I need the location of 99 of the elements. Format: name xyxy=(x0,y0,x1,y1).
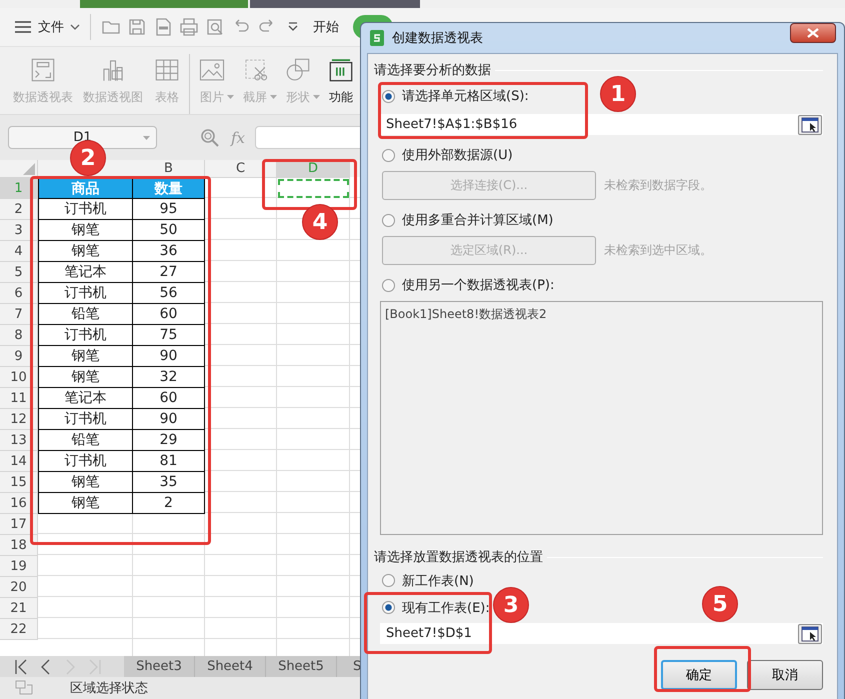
table-cell: 36 xyxy=(133,241,205,262)
option-label[interactable]: 新工作表(N) xyxy=(402,572,474,590)
radio-button[interactable] xyxy=(382,90,395,102)
option-label[interactable]: 请选择单元格区域(S): xyxy=(402,87,529,105)
hint-text: 未检索到数据字段。 xyxy=(604,177,712,194)
row-number[interactable]: 2 xyxy=(0,199,38,220)
option-label[interactable]: 使用多重合并计算区域(M) xyxy=(402,211,554,229)
table-cell: 95 xyxy=(133,199,205,220)
sheet-tab[interactable]: S xyxy=(337,656,362,677)
row-number[interactable]: 17 xyxy=(0,514,38,535)
row-number[interactable]: 4 xyxy=(0,241,38,262)
menu-icon[interactable] xyxy=(14,20,32,34)
table-cell: 50 xyxy=(133,220,205,241)
option-label[interactable]: 现有工作表(E): xyxy=(402,598,490,616)
status-text: 区域选择状态 xyxy=(70,680,148,697)
chevron-down-icon[interactable] xyxy=(70,23,80,31)
row-number[interactable]: 16 xyxy=(0,493,38,514)
table-cell: 钢笔 xyxy=(38,220,133,241)
row-number[interactable]: 12 xyxy=(0,409,38,430)
row-number[interactable]: 5 xyxy=(0,262,38,283)
range-picker-button[interactable] xyxy=(798,624,822,644)
row-number[interactable]: 15 xyxy=(0,472,38,493)
caret-icon xyxy=(143,136,150,141)
zoom-icon[interactable] xyxy=(199,126,221,148)
table-cell: 29 xyxy=(133,430,205,451)
row-number[interactable]: 19 xyxy=(0,556,38,577)
table-cell: 32 xyxy=(133,367,205,388)
table-cell: 钢笔 xyxy=(38,493,133,514)
cancel-button[interactable]: 取消 xyxy=(747,660,823,690)
table-cell: 27 xyxy=(133,262,205,283)
hint-text: 未检索到选中区域。 xyxy=(604,242,712,259)
table-cell: 56 xyxy=(133,283,205,304)
header-cell: 商品 xyxy=(38,178,133,199)
table-cell: 铅笔 xyxy=(38,304,133,325)
table-cell: 订书机 xyxy=(38,283,133,304)
save-icon[interactable] xyxy=(127,17,147,37)
printer-icon[interactable] xyxy=(179,17,199,37)
selected-cell[interactable] xyxy=(278,179,349,198)
table-cell: 75 xyxy=(133,325,205,346)
row-number[interactable]: 22 xyxy=(0,619,38,640)
radio-button[interactable] xyxy=(382,601,395,614)
preview-icon[interactable] xyxy=(205,17,225,37)
row-number[interactable]: 21 xyxy=(0,598,38,619)
table-cell: 笔记本 xyxy=(38,388,133,409)
row-number[interactable]: 9 xyxy=(0,346,38,367)
table-cell: 35 xyxy=(133,472,205,493)
row-number[interactable]: 8 xyxy=(0,325,38,346)
table-cell: 铅笔 xyxy=(38,430,133,451)
triangle-icon xyxy=(23,163,35,175)
sheet-tab[interactable]: Sheet4 xyxy=(195,656,266,677)
row-number[interactable]: 11 xyxy=(0,388,38,409)
ribbon-button[interactable]: 功能 xyxy=(324,53,358,106)
sheet-tab[interactable]: Sheet3 xyxy=(124,656,195,677)
close-button[interactable] xyxy=(790,23,836,43)
table-cell: 钢笔 xyxy=(38,346,133,367)
row-number[interactable]: 13 xyxy=(0,430,38,451)
row-number[interactable]: 6 xyxy=(0,283,38,304)
menu-tab[interactable]: 开始 xyxy=(313,18,339,36)
list-item[interactable]: [Book1]Sheet8!数据透视表2 xyxy=(385,306,818,323)
table-cell: 订书机 xyxy=(38,325,133,346)
table-cell: 81 xyxy=(133,451,205,472)
select-all-button[interactable] xyxy=(0,160,38,178)
row-number[interactable]: 18 xyxy=(0,535,38,556)
table-cell: 订书机 xyxy=(38,199,133,220)
table-cell: 笔记本 xyxy=(38,262,133,283)
table-cell: 60 xyxy=(133,388,205,409)
table-cell: 订书机 xyxy=(38,409,133,430)
name-box[interactable]: D1 xyxy=(8,126,157,149)
table-cell: 90 xyxy=(133,346,205,367)
table-cell: 钢笔 xyxy=(38,241,133,262)
radio-button[interactable] xyxy=(382,574,395,587)
option-label[interactable]: 使用外部数据源(U) xyxy=(402,146,513,164)
pivot-table-icon xyxy=(29,56,57,84)
ok-button[interactable]: 确定 xyxy=(661,660,737,690)
row-number[interactable]: 7 xyxy=(0,304,38,325)
dialog-title: 创建数据透视表 xyxy=(392,30,483,47)
section-label: 请选择放置数据透视表的位置 xyxy=(374,549,543,566)
table-cell: 60 xyxy=(133,304,205,325)
row-number[interactable]: 3 xyxy=(0,220,38,241)
row-number[interactable]: 10 xyxy=(0,367,38,388)
file-menu[interactable]: 文件 xyxy=(38,18,64,36)
pivot-table-list[interactable]: [Book1]Sheet8!数据透视表2 xyxy=(380,301,823,535)
table-cell: 订书机 xyxy=(38,451,133,472)
table-cell: 2 xyxy=(133,493,205,514)
radio-button[interactable] xyxy=(382,148,395,162)
table-cell: 90 xyxy=(133,409,205,430)
close-icon xyxy=(807,28,819,38)
row-number[interactable]: 20 xyxy=(0,577,38,598)
range-picker-button[interactable] xyxy=(798,114,822,134)
sheet-tab[interactable]: Sheet5 xyxy=(266,656,337,677)
table-cell: 钢笔 xyxy=(38,367,133,388)
radio-button[interactable] xyxy=(382,278,395,292)
table-cell: 钢笔 xyxy=(38,472,133,493)
option-label[interactable]: 使用另一个数据透视表(P): xyxy=(402,276,554,294)
header-cell: 数量 xyxy=(133,178,205,199)
app-logo-icon xyxy=(370,30,384,46)
section-label: 请选择要分析的数据 xyxy=(374,62,491,79)
row-number[interactable]: 14 xyxy=(0,451,38,472)
radio-button[interactable] xyxy=(382,214,395,226)
